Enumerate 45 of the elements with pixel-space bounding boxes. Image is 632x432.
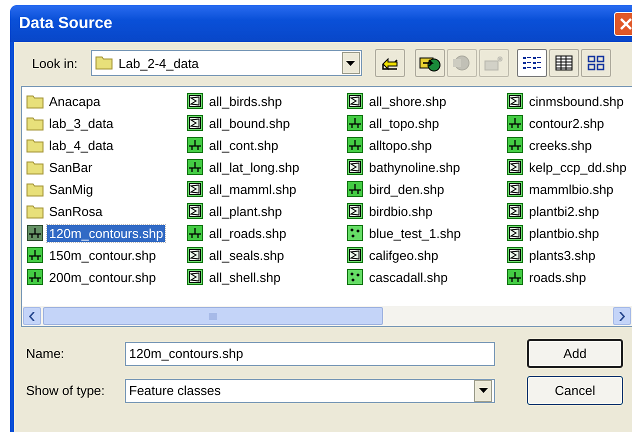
file-item[interactable]: alltopo.shp [367, 136, 434, 154]
look-in-dropdown[interactable]: Lab_2-4_data [90, 50, 362, 76]
file-item[interactable]: 150m_contour.shp [47, 246, 158, 264]
file-item[interactable]: plantbi2.shp [527, 202, 602, 220]
file-item[interactable]: plants3.shp [527, 246, 598, 264]
file-item[interactable]: all_cont.shp [207, 136, 280, 154]
file-item[interactable]: bird_den.shp [367, 180, 446, 198]
file-item[interactable]: all_roads.shp [207, 224, 288, 242]
file-item[interactable]: 200m_contour.shp [47, 268, 158, 286]
file-item[interactable]: SanMig [47, 180, 96, 198]
file-item[interactable]: all_bound.shp [207, 114, 292, 132]
file-item[interactable]: all_birds.shp [207, 92, 284, 110]
file-item[interactable]: cinmsbound.shp [527, 92, 626, 110]
file-item[interactable]: kelp_ccp_dd.shp [527, 158, 629, 176]
file-item[interactable]: 120m_contours.shp [47, 224, 166, 242]
file-item[interactable]: contour2.shp [527, 114, 606, 132]
type-label: Show of type: [26, 383, 106, 398]
file-item[interactable]: mammlbio.shp [527, 180, 616, 198]
file-item[interactable]: all_mamml.shp [207, 180, 298, 198]
name-field[interactable]: 120m_contours.shp [125, 342, 495, 366]
file-item[interactable]: all_topo.shp [367, 114, 442, 132]
file-item[interactable]: lab_3_data [47, 114, 116, 132]
file-item[interactable]: bathynoline.shp [367, 158, 462, 176]
name-label: Name: [26, 346, 66, 361]
window-title: Data Source [19, 14, 112, 32]
file-item[interactable]: all_lat_long.shp [207, 158, 302, 176]
file-item[interactable]: plantbio.shp [527, 224, 602, 242]
file-item[interactable]: lab_4_data [47, 136, 116, 154]
file-item[interactable]: blue_test_1.shp [367, 224, 463, 242]
type-dropdown[interactable]: Feature classes [125, 378, 495, 402]
file-item[interactable]: all_plant.shp [207, 202, 284, 220]
look-in-label: Look in: [32, 56, 78, 70]
cancel-button[interactable]: Cancel [527, 376, 623, 405]
add-button[interactable]: Add [527, 339, 623, 368]
file-item[interactable]: roads.shp [527, 268, 588, 286]
file-item[interactable]: birdbio.shp [367, 202, 435, 220]
file-item[interactable]: SanRosa [47, 202, 104, 220]
file-item[interactable]: SanBar [47, 158, 94, 176]
file-item[interactable]: all_shore.shp [367, 92, 448, 110]
file-item[interactable]: Anacapa [47, 92, 102, 110]
file-item[interactable]: all_shell.shp [207, 268, 283, 286]
file-item[interactable]: creeks.shp [527, 136, 594, 154]
file-item[interactable]: califgeo.shp [367, 246, 440, 264]
file-item[interactable]: cascadall.shp [367, 268, 450, 286]
file-item[interactable]: all_seals.shp [207, 246, 286, 264]
